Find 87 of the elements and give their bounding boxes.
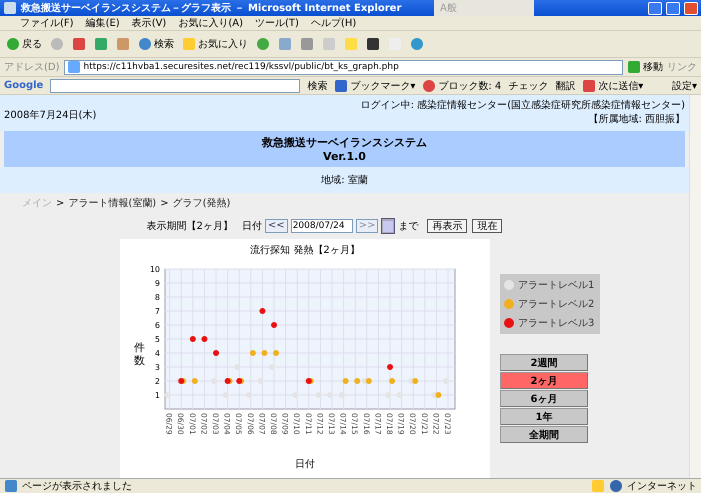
address-label: アドレス(D)	[4, 61, 60, 74]
breadcrumb-separator: >	[160, 198, 169, 208]
period-label: 表示期間【2ヶ月】	[146, 220, 233, 233]
previous-button[interactable]: <<	[264, 219, 288, 233]
period-tab[interactable]: 2週間	[500, 354, 588, 371]
favorites-button[interactable]: お気に入り	[182, 37, 248, 51]
calendar-icon[interactable]	[381, 218, 396, 234]
now-button[interactable]: 現在	[472, 219, 502, 233]
period-tab[interactable]: 2ヶ月	[500, 372, 588, 389]
go-button[interactable]: 移動	[627, 60, 663, 74]
scrollbar[interactable]	[689, 95, 701, 478]
legend-label: アラートレベル2	[518, 298, 594, 311]
point	[385, 392, 392, 398]
region-label: 地域: 室蘭	[321, 174, 368, 187]
y-tick-label: 1	[154, 391, 160, 400]
menu-item[interactable]: ファイル(F)	[20, 16, 74, 30]
google-search-button[interactable]: 検索	[307, 78, 328, 92]
popup-blocker-button[interactable]: ブロック数: 4	[422, 78, 502, 92]
menu-item[interactable]: お気に入り(A)	[178, 16, 243, 30]
point	[246, 392, 252, 398]
menu-item[interactable]: ヘルプ(H)	[310, 16, 356, 30]
settings-button[interactable]: 設定▾	[672, 78, 697, 92]
point	[292, 392, 298, 398]
point	[338, 392, 345, 398]
redisplay-button[interactable]: 再表示	[427, 219, 468, 233]
breadcrumb-link[interactable]: グラフ(発熱)	[172, 196, 230, 210]
until-label: まで	[398, 220, 418, 233]
area-info: 【所属地域: 西胆振】	[588, 112, 685, 126]
y-tick-label: 9	[154, 279, 160, 288]
y-tick-label: 5	[154, 335, 160, 344]
point	[211, 378, 218, 384]
version: Ver.1.0	[323, 150, 366, 163]
point	[271, 322, 278, 328]
period-tab[interactable]: 1年	[500, 408, 588, 425]
x-axis-label: 日付	[295, 459, 315, 470]
point	[234, 364, 240, 370]
google-logo: Google	[4, 80, 44, 91]
menu-item[interactable]: 表示(V)	[132, 16, 166, 30]
send-button[interactable]: 次に送信▾	[582, 78, 644, 92]
point	[164, 392, 171, 398]
url-text: https://c11hvba1.securesites.net/rec119/kssvl/public/bt_ks_graph.php	[84, 62, 399, 72]
breadcrumb-separator: >	[56, 198, 64, 208]
chart-title: 流行探知 発熱【2ヶ月】	[250, 245, 360, 256]
login-info: ログイン中: 感染症情報センター(国立感染症研究所感染症情報センター)	[360, 98, 685, 112]
point	[190, 336, 196, 342]
y-axis-label: 件数	[134, 341, 145, 367]
y-tick-label: 4	[154, 349, 160, 358]
point	[222, 392, 229, 398]
y-tick-label: 3	[154, 363, 160, 372]
translate-button[interactable]: 翻訳	[555, 78, 576, 92]
y-tick-label: 7	[154, 307, 160, 316]
back-button[interactable]: 戻る	[6, 37, 42, 51]
date-label: 日付	[242, 220, 262, 233]
close-button[interactable]	[684, 2, 698, 14]
menu-item[interactable]: ツール(T)	[255, 16, 299, 30]
spell-check-button[interactable]: チェック	[508, 78, 548, 92]
google-search-field[interactable]	[50, 78, 300, 92]
point	[257, 378, 264, 384]
y-tick-label: 6	[154, 321, 160, 330]
current-date: 2008年7月24日(木)	[4, 108, 96, 123]
point	[396, 392, 403, 398]
point	[259, 308, 266, 314]
point	[213, 350, 220, 356]
maximize-button[interactable]	[666, 2, 680, 14]
breadcrumb-link[interactable]: アラート情報(室蘭)	[68, 196, 156, 210]
point	[201, 336, 208, 342]
status-message: ページが表示されました	[22, 480, 132, 493]
security-zone: インターネット	[627, 480, 697, 493]
y-tick-label: 10	[150, 265, 160, 274]
point	[269, 364, 276, 370]
period-tab[interactable]: 全期間	[500, 426, 588, 443]
date-field[interactable]: 2008/07/24	[290, 219, 353, 233]
system-title: 救急搬送サーベイランスシステム	[262, 135, 427, 150]
period-tab[interactable]: 6ヶ月	[500, 390, 588, 407]
point	[327, 392, 334, 398]
window-title: 救急搬送サーベイランスシステム－グラフ表示 － Microsoft Internet Explorer	[21, 2, 402, 15]
legend-label: アラートレベル1	[518, 279, 594, 292]
y-tick-label: 2	[154, 377, 160, 386]
minimize-button[interactable]	[648, 2, 662, 14]
search-button[interactable]: 検索	[138, 37, 174, 51]
point	[443, 378, 450, 384]
bookmarks-button[interactable]: ブックマーク▾	[334, 78, 416, 92]
y-tick-label: 8	[154, 293, 160, 302]
legend-label: アラートレベル3	[518, 317, 594, 330]
point	[315, 392, 322, 398]
address-field[interactable]: https://c11hvba1.securesites.net/rec119/kssvl/public/bt_ks_graph.php	[64, 60, 623, 74]
menu-item[interactable]: 編集(E)	[86, 16, 120, 30]
